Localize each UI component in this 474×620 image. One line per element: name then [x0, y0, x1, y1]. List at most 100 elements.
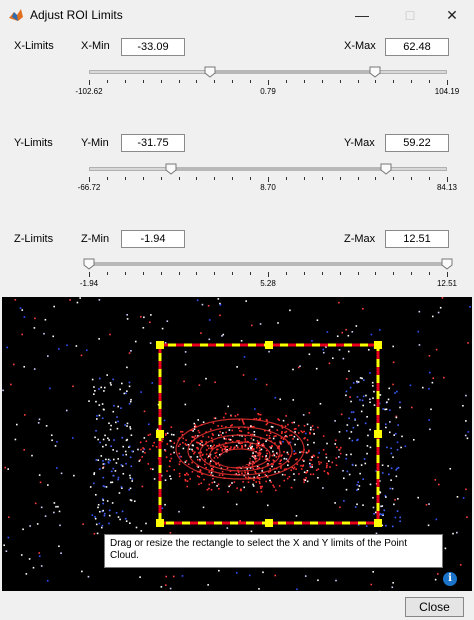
- close-icon[interactable]: ✕: [430, 0, 474, 30]
- slider-tick: [321, 177, 323, 180]
- window-title: Adjust ROI Limits: [30, 8, 123, 22]
- slider-tick: [142, 80, 144, 83]
- roi-resize-handle: [265, 519, 273, 527]
- lidar-rings: [175, 418, 305, 480]
- slider-tick: [303, 177, 305, 180]
- z-range-min: -1.94: [79, 279, 99, 288]
- slider-selected-range: [209, 70, 376, 74]
- slider-tick: [339, 272, 341, 275]
- slider-tick: [160, 80, 162, 83]
- x-range-max: 104.19: [434, 87, 460, 96]
- slider-tick: [178, 177, 180, 180]
- slider-tick: [357, 80, 359, 83]
- roi-resize-handle: [374, 430, 382, 438]
- x-min-field[interactable]: -33.09: [121, 38, 185, 56]
- slider-tick: [447, 272, 448, 277]
- slider-tick: [89, 177, 90, 182]
- y-max-label: Y-Max: [344, 137, 375, 149]
- slider-tick: [214, 80, 216, 83]
- slider-tick: [339, 80, 341, 83]
- y-max-field[interactable]: 59.22: [385, 134, 449, 152]
- slider-tick: [339, 177, 341, 180]
- roi-resize-handle: [156, 341, 164, 349]
- slider-tick: [268, 80, 269, 85]
- maximize-icon[interactable]: □: [388, 0, 432, 30]
- slider-tick: [232, 177, 234, 180]
- roi-resize-handle: [374, 519, 382, 527]
- roi-rectangle: [158, 343, 380, 525]
- slider-tick: [375, 80, 377, 83]
- z-min-field[interactable]: -1.94: [121, 230, 185, 248]
- slider-tick: [250, 177, 252, 180]
- slider-high-thumb[interactable]: [441, 258, 453, 270]
- slider-low-thumb[interactable]: [165, 163, 177, 175]
- x-range-min: -102.62: [75, 87, 103, 96]
- roi-resize-handle: [156, 430, 164, 438]
- slider-tick: [178, 272, 180, 275]
- slider-tick: [285, 80, 287, 83]
- z-max-field[interactable]: 12.51: [385, 230, 449, 248]
- roi-handles: [156, 341, 382, 527]
- slider-tick: [106, 177, 108, 180]
- roi-resize-handle: [156, 519, 164, 527]
- slider-tick: [196, 177, 198, 180]
- y-range-mid: 8.70: [260, 183, 276, 192]
- title-bar: Adjust ROI Limits — □ ✕: [0, 0, 474, 30]
- z-min-label: Z-Min: [81, 233, 110, 245]
- slider-tick: [268, 177, 269, 182]
- slider-tick: [321, 80, 323, 83]
- slider-tick: [142, 177, 144, 180]
- slider-tick: [250, 272, 252, 275]
- z-range-max: 12.51: [436, 279, 458, 288]
- x-min-label: X-Min: [81, 40, 110, 52]
- slider-tick: [303, 80, 305, 83]
- slider-tick: [411, 177, 413, 180]
- slider-tick: [106, 272, 108, 275]
- slider-tick: [411, 272, 413, 275]
- slider-tick: [375, 272, 377, 275]
- x-range-mid: 0.79: [260, 87, 276, 96]
- slider-tick: [124, 272, 126, 275]
- y-min-field[interactable]: -31.75: [121, 134, 185, 152]
- y-limits-label: Y-Limits: [14, 137, 53, 149]
- z-max-label: Z-Max: [344, 233, 376, 245]
- slider-tick: [411, 80, 413, 83]
- close-button[interactable]: Close: [405, 597, 464, 617]
- slider-tick: [232, 80, 234, 83]
- z-limits-label: Z-Limits: [14, 233, 54, 245]
- slider-tick: [124, 177, 126, 180]
- slider-tick: [393, 177, 395, 180]
- y-min-label: Y-Min: [81, 137, 109, 149]
- slider-tick: [447, 177, 448, 182]
- slider-high-thumb[interactable]: [369, 66, 381, 78]
- info-icon[interactable]: i: [443, 572, 457, 586]
- slider-tick: [250, 80, 252, 83]
- slider-tick: [106, 80, 108, 83]
- slider-tick: [429, 177, 431, 180]
- slider-tick: [160, 272, 162, 275]
- slider-tick: [178, 80, 180, 83]
- slider-tick: [321, 272, 323, 275]
- slider-tick: [375, 177, 377, 180]
- y-range-max: 84.13: [436, 183, 458, 192]
- slider-tick: [447, 80, 448, 85]
- slider-tick: [393, 80, 395, 83]
- slider-tick: [303, 272, 305, 275]
- x-max-label: X-Max: [344, 40, 376, 52]
- x-max-field[interactable]: 62.48: [385, 38, 449, 56]
- slider-high-thumb[interactable]: [380, 163, 392, 175]
- minimize-icon[interactable]: —: [340, 0, 384, 30]
- slider-tick: [429, 80, 431, 83]
- slider-low-thumb[interactable]: [83, 258, 95, 270]
- slider-tick: [214, 177, 216, 180]
- footer: [0, 591, 474, 620]
- slider-tick: [268, 272, 269, 277]
- roi-resize-handle: [374, 341, 382, 349]
- slider-tick: [285, 272, 287, 275]
- x-limits-label: X-Limits: [14, 40, 54, 52]
- slider-tick: [357, 177, 359, 180]
- slider-tick: [196, 80, 198, 83]
- slider-selected-range: [89, 262, 447, 266]
- slider-tick: [124, 80, 126, 83]
- slider-low-thumb[interactable]: [204, 66, 216, 78]
